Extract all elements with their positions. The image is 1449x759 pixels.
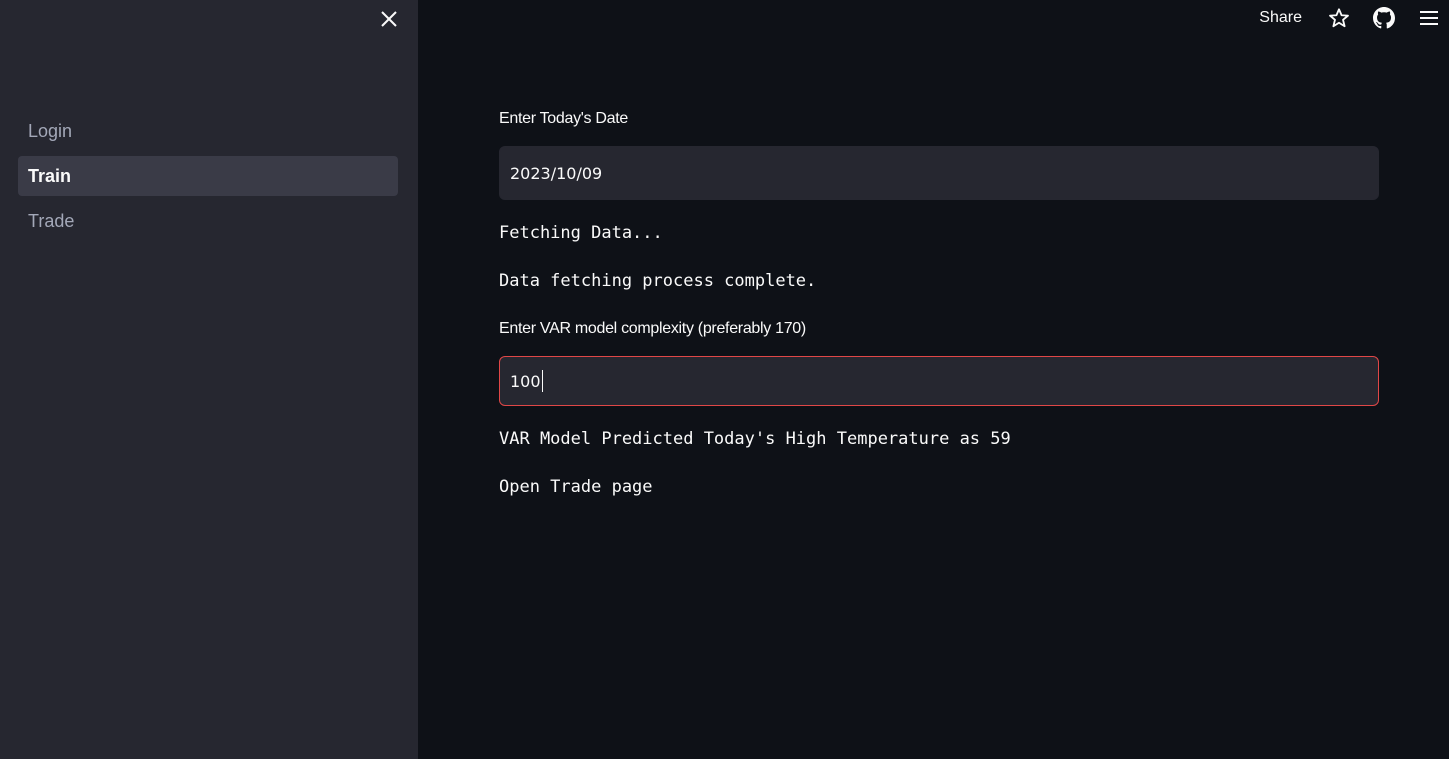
status-fetching-text: Fetching Data... <box>499 223 663 243</box>
date-input[interactable]: 2023/10/09 <box>499 146 1379 200</box>
sidebar: Login Train Trade <box>0 0 418 759</box>
hamburger-menu-icon[interactable] <box>1417 6 1441 30</box>
sidebar-item-label: Train <box>28 165 72 186</box>
status-complete-text: Data fetching process complete. <box>499 271 817 291</box>
sidebar-item-label: Login <box>28 120 73 141</box>
complexity-input-value: 100 <box>510 371 541 391</box>
sidebar-item-login[interactable]: Login <box>18 111 398 151</box>
top-toolbar: Share <box>1259 0 1449 36</box>
star-icon[interactable] <box>1327 6 1351 30</box>
text-caret <box>541 370 543 392</box>
sidebar-nav: Login Train Trade <box>18 111 398 246</box>
sidebar-item-train[interactable]: Train <box>18 156 398 196</box>
date-input-value: 2023/10/09 <box>510 163 603 183</box>
open-trade-text: Open Trade page <box>499 477 653 497</box>
complexity-input[interactable]: 100 <box>499 356 1379 406</box>
complexity-input-label: Enter VAR model complexity (preferably 1… <box>499 320 806 337</box>
date-input-label: Enter Today's Date <box>499 110 628 127</box>
app-root: Login Train Trade Share Enter Today's Da… <box>0 0 1449 759</box>
close-icon[interactable] <box>376 6 402 32</box>
prediction-text: VAR Model Predicted Today's High Tempera… <box>499 429 1011 449</box>
share-button[interactable]: Share <box>1259 9 1302 27</box>
sidebar-item-trade[interactable]: Trade <box>18 201 398 241</box>
github-icon[interactable] <box>1372 6 1396 30</box>
sidebar-item-label: Trade <box>28 210 75 231</box>
